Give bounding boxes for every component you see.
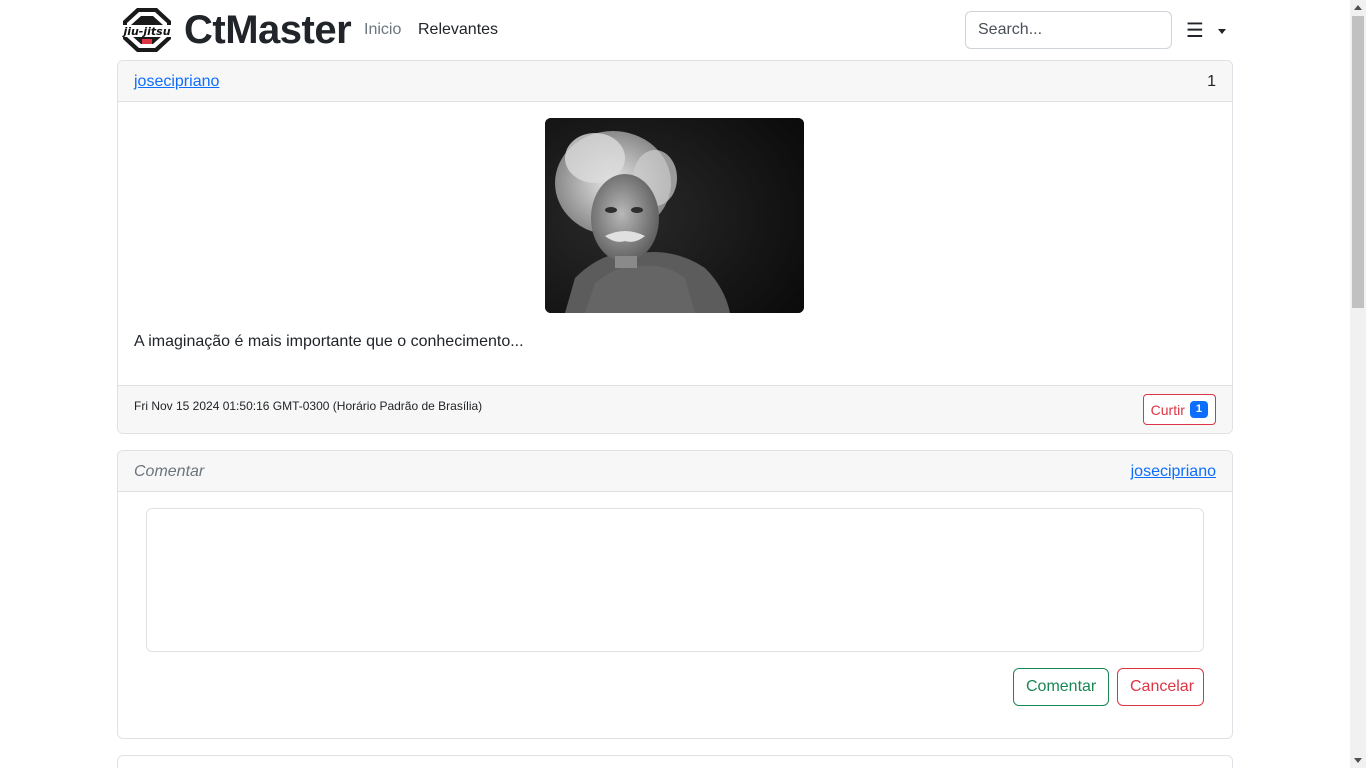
menu-dropdown-toggle[interactable]: ☰ <box>1186 18 1234 44</box>
like-count-badge: 1 <box>1189 401 1208 418</box>
scroll-thumb[interactable] <box>1352 16 1364 308</box>
brand-name: CtMaster <box>184 8 352 52</box>
next-card <box>117 755 1233 768</box>
hamburger-icon: ☰ <box>1186 20 1204 42</box>
post-body: A imaginação é mais importante que o con… <box>118 102 1232 385</box>
cancel-comment-button[interactable]: Cancelar <box>1117 668 1204 706</box>
brand-link[interactable]: jiu-jitsu CtMaster <box>120 6 352 54</box>
comment-card: Comentar josecipriano Comentar Cancelar <box>117 450 1233 739</box>
comment-header: Comentar josecipriano <box>118 451 1232 492</box>
jiu-jitsu-logo: jiu-jitsu <box>120 8 174 52</box>
scroll-up-icon[interactable] <box>1354 5 1362 10</box>
post-text: A imaginação é mais importante que o con… <box>134 333 524 350</box>
post-footer: Fri Nov 15 2024 01:50:16 GMT-0300 (Horár… <box>118 385 1232 433</box>
search-input[interactable] <box>965 11 1172 49</box>
svg-text:jiu-jitsu: jiu-jitsu <box>121 25 170 38</box>
post-header: josecipriano 1 <box>118 61 1232 102</box>
caret-down-icon <box>1217 28 1226 34</box>
post-timestamp: Fri Nov 15 2024 01:50:16 GMT-0300 (Horár… <box>134 399 483 413</box>
scroll-down-icon[interactable] <box>1354 758 1362 763</box>
post-image <box>545 118 804 313</box>
vertical-scrollbar[interactable] <box>1350 0 1366 768</box>
submit-comment-button[interactable]: Comentar <box>1013 668 1109 706</box>
post-count: 1 <box>1207 73 1216 90</box>
nav-inicio-link[interactable]: Inicio <box>364 20 401 40</box>
like-label: Curtir <box>1150 401 1185 418</box>
post-card: josecipriano 1 A imaginação é mais impor… <box>117 60 1233 434</box>
comment-user-link[interactable]: josecipriano <box>1131 462 1216 482</box>
comment-label: Comentar <box>134 463 205 480</box>
post-author-link[interactable]: josecipriano <box>134 72 219 92</box>
nav-relevantes-link[interactable]: Relevantes <box>418 20 498 40</box>
comment-textarea[interactable] <box>146 508 1204 652</box>
portrait-image <box>545 118 804 313</box>
like-button[interactable]: Curtir 1 <box>1142 394 1216 425</box>
navbar: jiu-jitsu CtMaster Inicio Relevantes ☰ <box>0 0 1350 60</box>
